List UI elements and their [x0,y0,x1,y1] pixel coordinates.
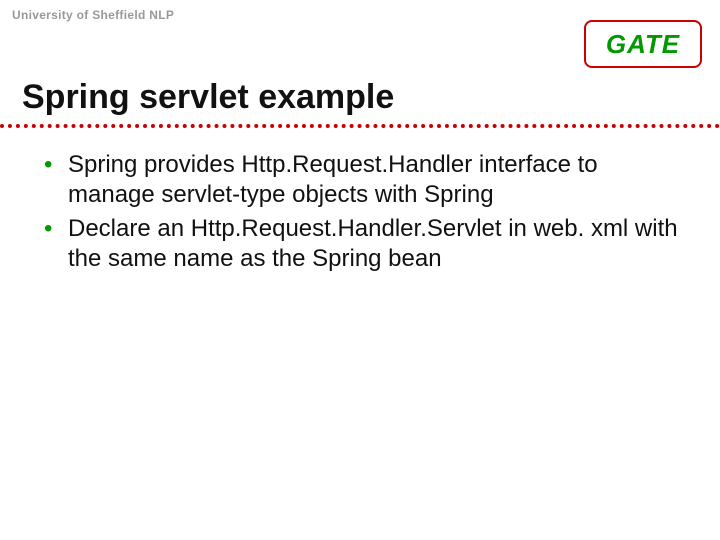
slide-title: Spring servlet example [22,78,394,117]
slide-content: Spring provides Http.Request.Handler int… [40,150,680,278]
divider-line [0,124,720,128]
list-item: Spring provides Http.Request.Handler int… [40,150,680,210]
gate-logo: GATE [584,20,702,68]
bullet-list: Spring provides Http.Request.Handler int… [40,150,680,274]
list-item: Declare an Http.Request.Handler.Servlet … [40,214,680,274]
gate-logo-text: GATE [606,29,680,60]
header-affiliation: University of Sheffield NLP [12,8,174,22]
